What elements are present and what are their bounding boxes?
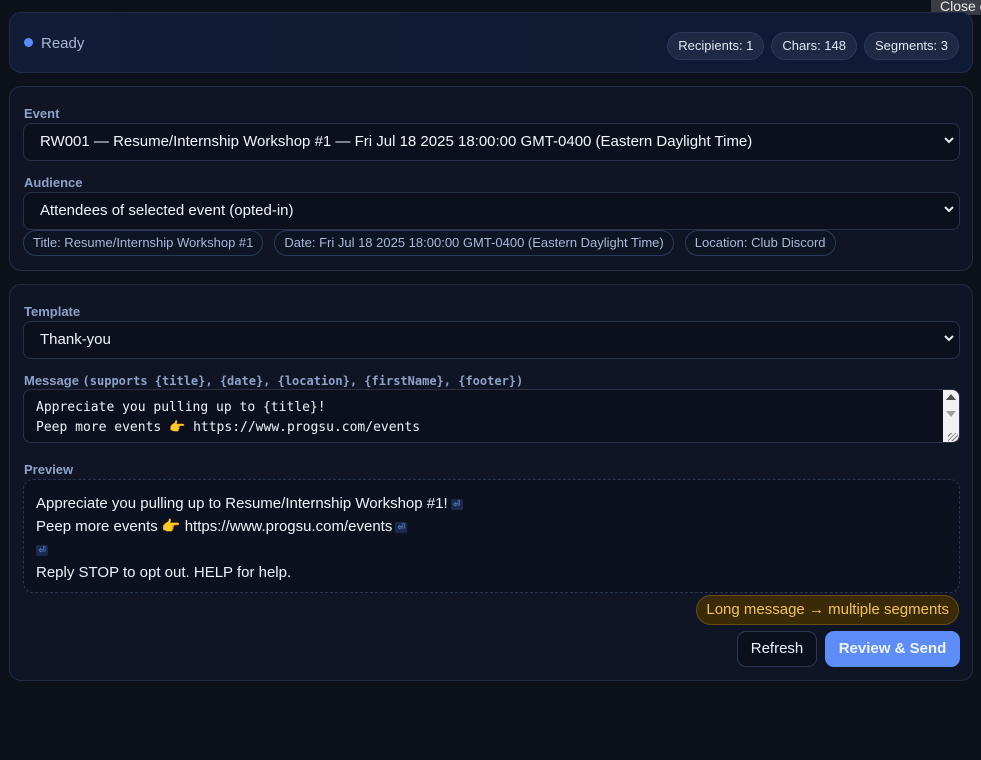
message-line-1: Appreciate you pulling up to {title}! (36, 400, 326, 415)
preview-line: Peep more events 👉 https://www.progsu.co… (36, 515, 947, 538)
event-select[interactable]: RW001 — Resume/Internship Workshop #1 — … (23, 123, 960, 161)
message-label: Message (supports {title}, {date}, {loca… (24, 373, 524, 388)
message-placeholder-hint: (supports {title}, {date}, {location}, {… (82, 374, 524, 388)
message-preview: Appreciate you pulling up to Resume/Inte… (23, 479, 960, 593)
status-text: Ready (41, 35, 85, 52)
preview-line: Appreciate you pulling up to Resume/Inte… (36, 492, 947, 515)
scroll-up-arrow-icon[interactable] (946, 394, 956, 400)
newline-icon: ⏎ (36, 544, 48, 556)
event-date-chip: Date: Fri Jul 18 2025 18:00:00 GMT-0400 … (274, 230, 674, 256)
status-dot-icon (24, 38, 33, 47)
review-send-button[interactable]: Review & Send (825, 631, 960, 667)
stats-pills: Recipients: 1 Chars: 148 Segments: 3 (667, 32, 959, 60)
event-select-value: RW001 — Resume/Internship Workshop #1 — … (40, 133, 753, 150)
audience-select[interactable]: Attendees of selected event (opted-in) (23, 192, 960, 230)
recipients-count-pill: Recipients: 1 (667, 32, 765, 60)
template-label: Template (24, 304, 81, 319)
preview-line: ⏎ (36, 538, 947, 561)
template-select-value: Thank-you (40, 331, 111, 348)
scroll-down-arrow-icon[interactable] (946, 411, 956, 417)
chevron-down-icon (944, 193, 954, 213)
audience-select-value: Attendees of selected event (opted-in) (40, 202, 294, 219)
message-card: Template Thank-you Message (supports {ti… (9, 284, 973, 681)
audience-label: Audience (24, 175, 83, 190)
segments-count-pill: Segments: 3 (864, 32, 959, 60)
status-bar: Ready Recipients: 1 Chars: 148 Segments:… (9, 12, 973, 73)
chars-count-pill: Chars: 148 (771, 32, 857, 60)
event-label: Event (24, 106, 60, 121)
message-textarea[interactable]: Appreciate you pulling up to {title}! Pee… (23, 389, 960, 443)
event-details-chips: Title: Resume/Internship Workshop #1 Dat… (23, 230, 836, 256)
multi-segment-warning-badge: Long message → multiple segments (696, 595, 959, 625)
refresh-button[interactable]: Refresh (737, 631, 817, 667)
chevron-down-icon (944, 124, 954, 144)
newline-icon: ⏎ (450, 498, 463, 510)
resize-grip-icon[interactable] (948, 433, 958, 441)
event-location-chip: Location: Club Discord (684, 230, 836, 256)
preview-line: Reply STOP to opt out. HELP for help. (36, 564, 292, 581)
event-audience-card: Event RW001 — Resume/Internship Workshop… (9, 86, 973, 271)
event-title-chip: Title: Resume/Internship Workshop #1 (23, 230, 264, 256)
template-select[interactable]: Thank-you (23, 321, 960, 359)
message-line-2: Peep more events 👉 https://www.progsu.co… (36, 420, 421, 435)
chevron-down-icon (944, 322, 954, 342)
newline-icon: ⏎ (395, 521, 408, 533)
preview-label: Preview (24, 462, 74, 477)
textarea-scrollbar[interactable] (943, 390, 959, 442)
